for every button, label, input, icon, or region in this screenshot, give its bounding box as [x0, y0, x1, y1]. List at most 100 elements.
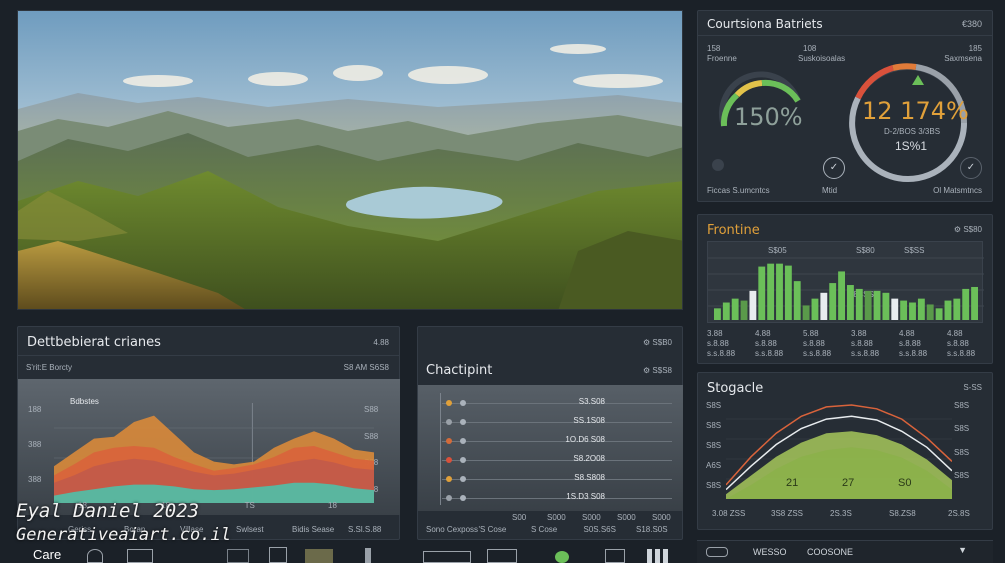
footer-label: S18.S0S: [636, 525, 668, 534]
x-tick-label: S00: [512, 513, 527, 522]
row-dot: [460, 495, 466, 501]
panel-title: Frontine: [707, 223, 760, 238]
x-tick-label: S000: [617, 513, 636, 522]
car-icon[interactable]: [423, 551, 471, 563]
bar-label: s.8.88: [755, 339, 777, 348]
bar: [917, 298, 925, 320]
footer-label: S0S.S6S: [583, 525, 616, 534]
row-value: S3.S08: [578, 397, 605, 406]
house-icon[interactable]: [487, 549, 517, 563]
bar: [811, 298, 819, 320]
circle-check-icon[interactable]: ✓: [823, 157, 845, 179]
bar: [714, 308, 721, 320]
bar: [953, 298, 961, 320]
y-tick-label: S8S: [706, 441, 722, 450]
bar-label: s.s.8.88: [755, 349, 784, 358]
gauge-right-sub2: 1S%1: [895, 139, 928, 153]
x-tick-label: 3.08 ZSS: [712, 509, 746, 518]
bar: [829, 283, 837, 320]
bar: [900, 300, 908, 320]
row-line: [442, 460, 672, 461]
footer-label: S Cose: [531, 525, 558, 534]
panel-title: Chactipint: [426, 363, 493, 378]
bar-label: 4.88: [947, 329, 963, 338]
car-icon: [706, 547, 728, 557]
bar: [776, 263, 783, 320]
bottle-icon[interactable]: [365, 548, 371, 563]
bar: [784, 265, 792, 320]
gauge-left-value: 150%: [734, 103, 803, 131]
bar-label: s.8.88: [899, 339, 921, 348]
bar-label: 4.88: [755, 329, 771, 338]
area-label: 27: [842, 477, 855, 489]
tractor-icon[interactable]: [305, 549, 333, 563]
y-tick-label: A6S: [706, 461, 722, 470]
care-label: Care: [33, 547, 62, 562]
bar: [838, 271, 845, 320]
home-icon[interactable]: [269, 547, 287, 563]
panel-value: ⚙ S$80: [953, 225, 982, 234]
footer-label: Sono Cexposs: [426, 525, 479, 534]
dropdown-bar[interactable]: WESSO COOSONE: [697, 540, 993, 563]
x-tick-label: S8.ZS8: [889, 509, 916, 518]
row-dot: [460, 400, 466, 406]
x-tick-label: 2S.8S: [948, 509, 970, 518]
row-value: S8.S808: [574, 473, 605, 482]
bar-label: s.s.8.88: [803, 349, 832, 358]
dropdown-value: COOSONE: [807, 547, 854, 557]
toggle-icon[interactable]: [712, 159, 724, 171]
y-tick-label: 188: [28, 405, 42, 414]
x-tick-label: 3S8 ZSS: [771, 509, 804, 518]
sub-left-label: S'rit:E Borcty: [26, 363, 72, 372]
row-line: [442, 422, 672, 423]
row-dot: [446, 419, 452, 425]
bottom-right-label: Ol Matsmtncs: [933, 186, 982, 195]
y-tick-label: 388: [28, 440, 42, 449]
row-dot: [460, 438, 466, 444]
leaf-icon[interactable]: [555, 551, 569, 563]
panel-value: €380: [961, 19, 982, 29]
bar-chart: [708, 257, 984, 320]
bar: [873, 290, 881, 320]
gauge-right-value: 12 174%: [862, 97, 969, 125]
people-icon[interactable]: [605, 549, 625, 563]
y-tick-label: 388: [28, 475, 42, 484]
list-box: S3.S08 SS.1S08 1O.D6 S08 S8.2O08 S8.S808 1S.D…: [418, 385, 683, 511]
bar: [740, 300, 748, 320]
bar: [909, 302, 916, 320]
y-tick-label: S8S: [706, 421, 722, 430]
x-tick-label: Bidis Sease: [292, 525, 335, 534]
panel-title: Stogacle: [707, 381, 764, 396]
bar-label: s.8.88: [707, 339, 729, 348]
bar-label: 3.88: [851, 329, 867, 338]
row-line: [442, 498, 672, 499]
map-icon[interactable]: [127, 549, 153, 563]
footer-label: 'S Cose: [478, 525, 507, 534]
panel-value: 4.88: [373, 338, 389, 347]
settings-icon[interactable]: ✓: [960, 157, 982, 179]
row-dot: [446, 495, 452, 501]
shield-icon[interactable]: [87, 549, 103, 563]
bar: [767, 263, 775, 320]
left-sub: Froenne: [707, 54, 737, 63]
chevron-down-icon[interactable]: ▼: [958, 545, 967, 555]
row-dot: [446, 476, 452, 482]
bars-icon[interactable]: [647, 549, 669, 563]
y-tick-label: S8S: [954, 471, 970, 480]
x-tick-label: S000: [547, 513, 566, 522]
x-tick-label: S000: [582, 513, 601, 522]
bar-label: s.8.88: [851, 339, 873, 348]
row-value: S8.2O08: [573, 454, 605, 463]
row-line: [442, 403, 672, 404]
chatpoint-panel: ⚙ S$B0 Chactipint ⚙ S$S8 S3.S08 SS.1S08 1O…: [417, 326, 683, 540]
bar-label: s.s.8.88: [899, 349, 928, 358]
y-tick-label: S8S: [706, 401, 722, 410]
bar-label: 3.88: [707, 329, 723, 338]
bottom-toolbar: Care: [17, 543, 683, 563]
row-value: 1S.D3 S08: [566, 492, 605, 501]
bar: [935, 308, 943, 320]
tree-icon[interactable]: [227, 549, 249, 563]
sub-right-label: S8 AM S6S8: [343, 363, 389, 372]
y-tick-label: S8S: [954, 424, 970, 434]
gauges-panel: Courtsiona Batriets €380 158 Froenne 108…: [697, 10, 993, 202]
